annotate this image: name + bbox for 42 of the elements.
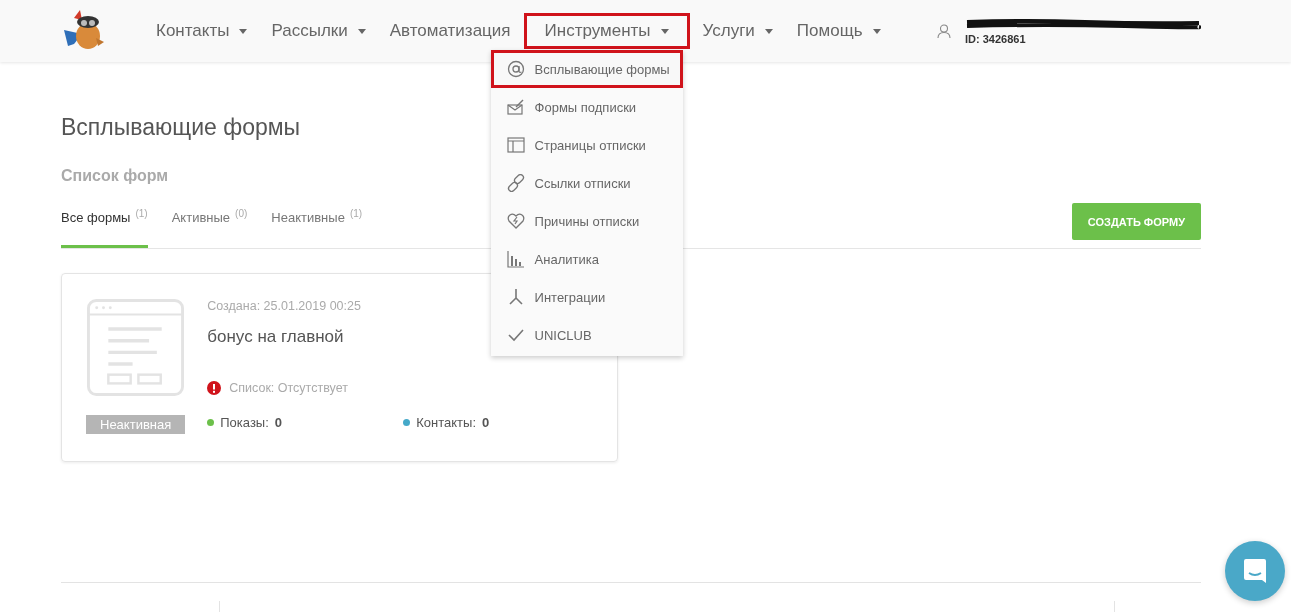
caret-icon — [239, 28, 248, 34]
dropdown-menu-item[interactable]: Формы подписки — [490, 88, 683, 126]
nav-menu-item[interactable]: Контакты — [145, 13, 259, 49]
user-icon[interactable] — [937, 24, 951, 38]
dropdown-menu-item[interactable]: UNICLUB — [490, 316, 683, 354]
window-icon — [506, 136, 525, 154]
section-title: Список форм — [61, 167, 169, 185]
stat-value: 0 — [274, 415, 283, 431]
form-preview-icon — [87, 299, 185, 397]
warning-icon — [207, 381, 222, 396]
filter-tab[interactable]: Все формы $^{(1)}$ — [61, 202, 148, 249]
nav-menu-item[interactable]: Рассылки — [260, 13, 377, 49]
dropdown-menu-item[interactable]: Причины отписки — [490, 202, 683, 240]
bar-chart-icon — [506, 250, 525, 268]
envelope-pen-icon — [506, 98, 525, 116]
caret-icon — [660, 28, 669, 34]
dropdown-menu-item[interactable]: Аналитика — [490, 240, 683, 278]
nav-menu-item[interactable]: Помощь — [785, 13, 892, 49]
dropdown-menu-item[interactable]: Всплывающие формы — [490, 50, 683, 88]
broken-heart-icon — [506, 212, 525, 230]
nav-menu-item[interactable]: Услуги — [691, 13, 784, 49]
stat-label: Контакты: — [416, 415, 477, 431]
filter-tab[interactable]: Активные $^{(0)}$ — [171, 202, 248, 249]
dropdown-menu-item[interactable]: Интеграции — [490, 278, 683, 316]
stat-label: Показы: — [220, 415, 269, 431]
dropdown-menu-item[interactable]: Ссылки отписки — [490, 164, 683, 202]
caret-icon — [764, 28, 773, 34]
nav-menu-item[interactable]: Автоматизация — [378, 13, 522, 49]
filter-tab[interactable]: Неактивные $^{(1)}$ — [271, 202, 363, 249]
chat-button[interactable] — [1225, 541, 1285, 601]
at-sign-icon — [506, 60, 525, 78]
stat-value: 0 — [482, 415, 490, 431]
chat-icon — [1242, 558, 1268, 584]
status-badge: Неактивная — [86, 415, 186, 435]
caret-icon — [872, 28, 881, 34]
page-title: Всплывающие формы — [61, 114, 302, 141]
dropdown-menu-item[interactable]: Страницы отписки — [490, 126, 683, 164]
list-warning: Список: Отсутствует — [229, 381, 348, 396]
nav-menu-item[interactable]: Инструменты — [523, 13, 690, 49]
caret-icon — [357, 28, 366, 34]
link-icon — [506, 174, 525, 192]
account-id: ID: 3426861 — [965, 32, 1027, 45]
